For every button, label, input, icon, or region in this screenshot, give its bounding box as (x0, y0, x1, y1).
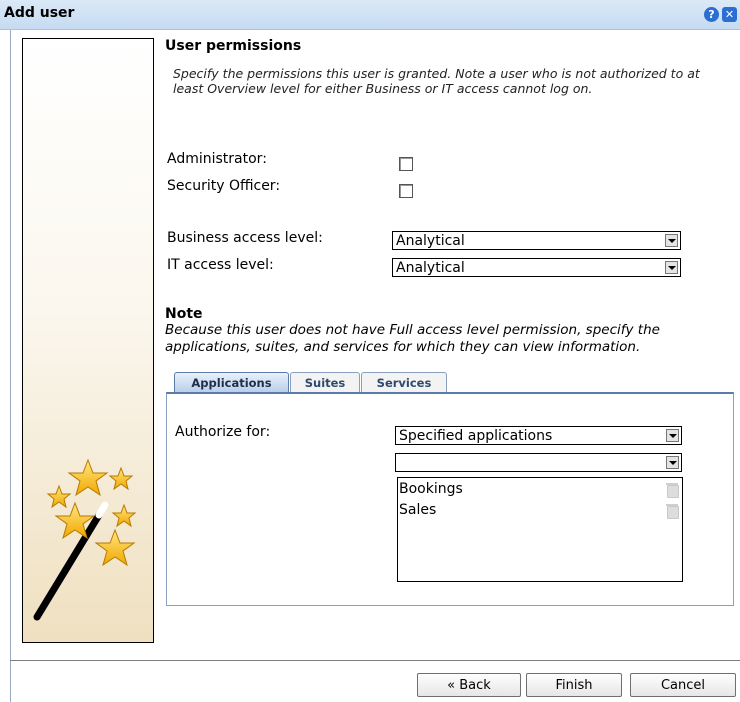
tab-suites[interactable]: Suites (290, 372, 360, 393)
list-item[interactable]: Sales (399, 502, 436, 518)
business-access-label: Business access level: (167, 230, 323, 246)
security-officer-label: Security Officer: (167, 178, 281, 194)
business-access-select[interactable]: Analytical (392, 231, 681, 250)
finish-button[interactable]: Finish (526, 673, 622, 697)
back-button[interactable]: « Back (417, 673, 521, 697)
user-permissions-heading: User permissions (165, 38, 302, 54)
tab-services[interactable]: Services (361, 372, 447, 393)
tab-applications[interactable]: Applications (174, 372, 289, 393)
authorize-for-label: Authorize for: (175, 424, 271, 440)
note-text: Because this user does not have Full acc… (165, 322, 660, 355)
authorized-applications-list[interactable]: Bookings Sales (397, 477, 683, 582)
title-bar: Add user ? ✕ (0, 0, 740, 30)
permissions-description: Specify the permissions this user is gra… (173, 66, 700, 96)
help-icon[interactable]: ? (704, 7, 719, 22)
chevron-down-icon[interactable] (666, 456, 679, 469)
window-title: Add user (4, 5, 75, 21)
trash-icon[interactable] (666, 483, 679, 498)
authorize-for-value: Specified applications (399, 428, 553, 444)
administrator-label: Administrator: (167, 151, 267, 167)
administrator-checkbox[interactable] (399, 157, 413, 171)
security-officer-checkbox[interactable] (399, 184, 413, 198)
chevron-down-icon[interactable] (665, 261, 678, 274)
note-heading: Note (165, 306, 203, 322)
list-item[interactable]: Bookings (399, 481, 463, 497)
it-access-select[interactable]: Analytical (392, 258, 681, 277)
it-access-value: Analytical (396, 260, 465, 276)
trash-icon[interactable] (666, 504, 679, 519)
application-picker-select[interactable] (395, 453, 682, 472)
chevron-down-icon[interactable] (665, 234, 678, 247)
cancel-button[interactable]: Cancel (630, 673, 736, 697)
footer-divider (10, 660, 740, 661)
close-icon[interactable]: ✕ (722, 7, 737, 22)
it-access-label: IT access level: (167, 257, 274, 273)
chevron-down-icon[interactable] (666, 429, 679, 442)
wizard-side-panel (22, 38, 154, 643)
dialog-left-border (10, 30, 11, 702)
business-access-value: Analytical (396, 233, 465, 249)
authorize-for-select[interactable]: Specified applications (395, 426, 682, 445)
magic-wand-icon (33, 458, 137, 621)
